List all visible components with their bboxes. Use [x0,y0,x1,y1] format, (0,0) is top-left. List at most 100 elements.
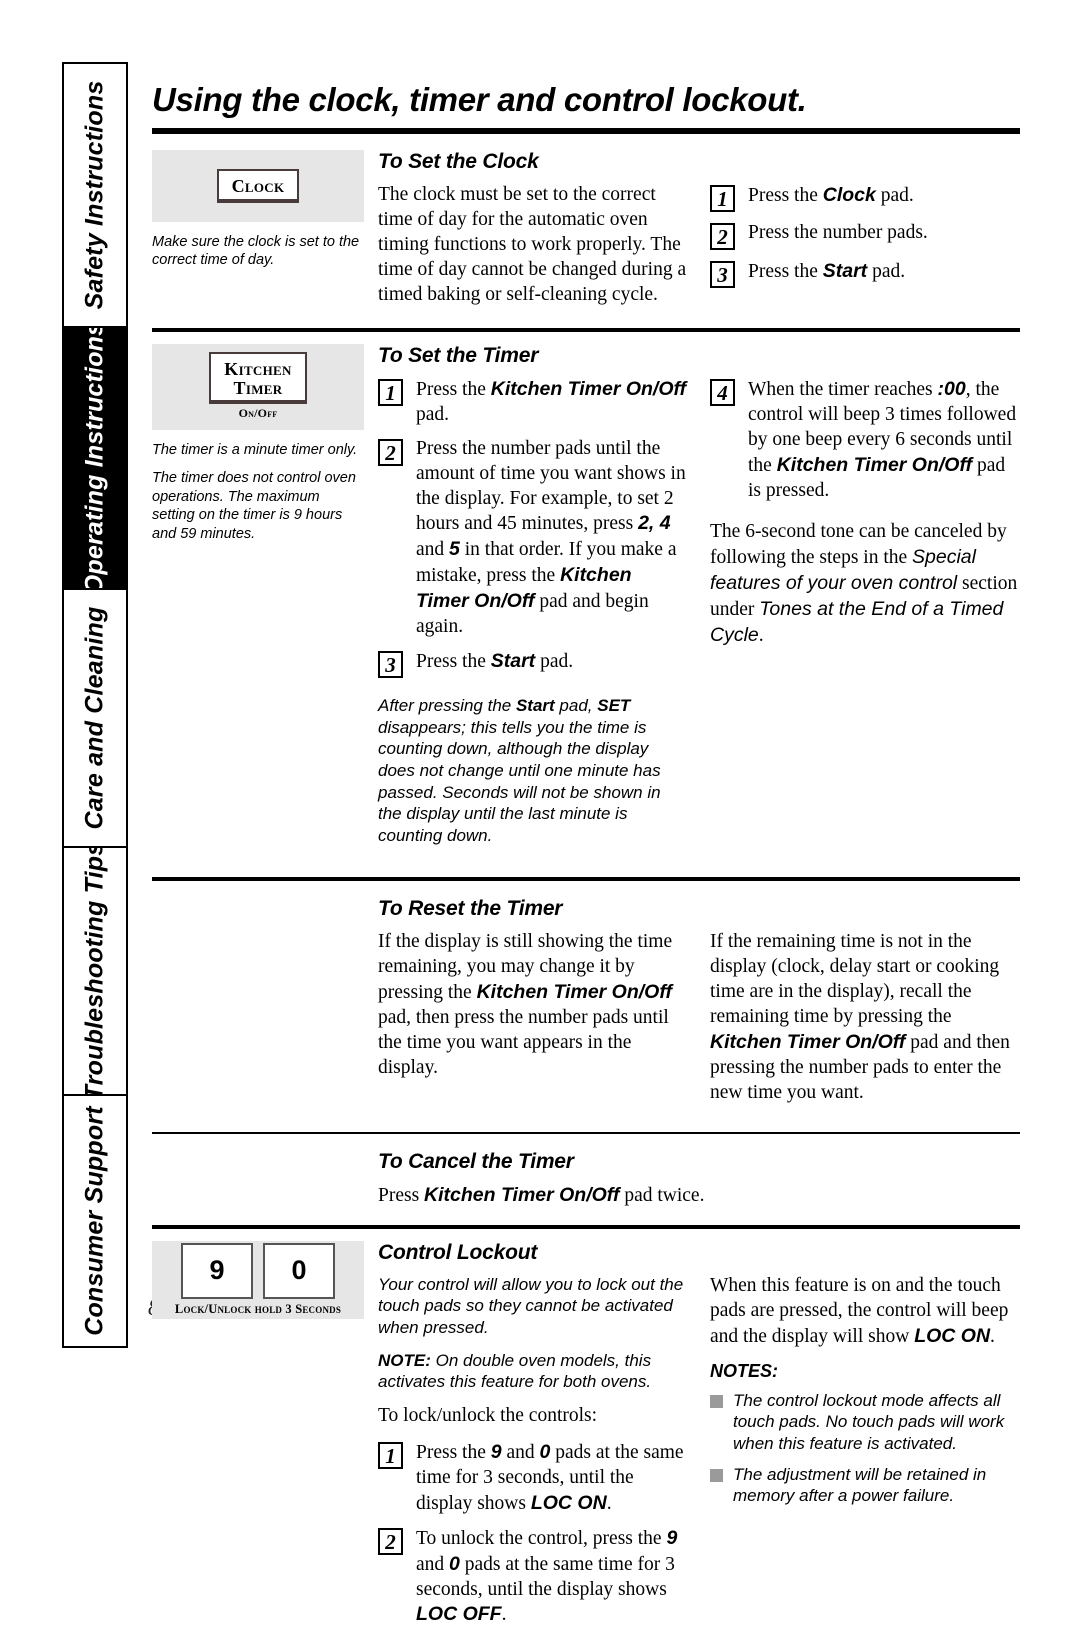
numpad-9: 9 [180,1242,253,1299]
section-control-lockout: 9 0 Lock/Unlock hold 3 Seconds Control L… [152,1240,1020,1637]
set-clock-description-col: The clock must be set to the correct tim… [378,183,688,308]
set-clock-steps-col: 1 Press the Clock pad. 2 Press the numbe… [710,183,1020,308]
step-text: When the timer reaches :00, the control … [748,377,1020,504]
step-text-pre: Press the [416,651,491,673]
reset-timer-right-col: If the remaining time is not in the disp… [710,930,1020,1106]
set-clock-step-2: 2 Press the number pads. [710,221,1020,250]
step-text: Press the number pads until the amount o… [416,437,688,641]
step-number: 1 [378,378,403,406]
note-text: The control lockout mode affects all tou… [733,1390,1005,1453]
kitchen-timer-pad: Kitchen Timer [209,352,307,405]
control-lockout-note: NOTE: On double oven models, this activa… [378,1350,688,1393]
section-heading-reset-timer: To Reset the Timer [378,897,563,921]
control-lockout-right-text: When this feature is on and the touch pa… [710,1274,1020,1350]
section-heading-cancel-timer: To Cancel the Timer [378,1149,574,1173]
step-text: Press the number pads. [748,221,1020,246]
step-text: Press the Start pad. [416,649,688,675]
step-text-part: To unlock the control, press the [416,1527,667,1549]
control-lockout-step-1: 1 Press the 9 and 0 pads at the same tim… [378,1440,688,1517]
kitchen-timer-pad-label-line1: Kitchen [224,359,292,380]
cancel-timer-text: Press Kitchen Timer On/Off pad twice. [378,1183,1020,1209]
control-lockout-lead-in: To lock/unlock the controls: [378,1404,598,1426]
lockout-pads-caption: Lock/Unlock hold 3 Seconds [174,1301,342,1316]
after-note-part: pad, [554,696,598,716]
cancel-timer-body: To Cancel the Timer Press Kitchen Timer … [378,1150,1020,1209]
set-clock-body: To Set the Clock The clock must be set t… [378,150,1020,308]
step-number: 2 [378,1527,403,1555]
step-text-pre: Press the [748,184,823,206]
step-text-post: pad. [875,184,914,206]
set-timer-step-2: 2 Press the number pads until the amount… [378,437,688,641]
step-text-emphasis: Start [822,259,868,282]
sidebar-item-operating-instructions[interactable]: Operating Instructions [62,326,128,590]
step-text-part: and [416,1553,450,1575]
set-timer-steps-col: 1 Press the Kitchen Timer On/Off pad. 2 … [378,377,688,858]
step-text-emphasis: Start [490,650,536,673]
text-emphasis: Kitchen Timer On/Off [710,1031,906,1054]
reset-timer-right-text: If the remaining time is not in the disp… [710,930,1020,1106]
sidebar-item-label: Safety Instructions [80,80,109,310]
after-note-part: After pressing the [378,696,516,716]
note-list-item: The adjustment will be retained in memor… [710,1464,1020,1507]
lockout-numpad-row: 9 0 [175,1242,341,1299]
after-note-emphasis: Start [515,696,555,716]
step-text: Press the 9 and 0 pads at the same time … [416,1440,688,1517]
set-timer-body: To Set the Timer 1 Press the Kitchen Tim… [378,344,1020,858]
status-text-loc-on: LOC ON [914,1324,991,1347]
lockout-pads-illustration: 9 0 Lock/Unlock hold 3 Seconds [152,1240,364,1319]
control-lockout-intro: Your control will allow you to lock out … [378,1274,684,1338]
text-part: . [990,1325,995,1347]
step-number: 1 [710,184,735,212]
step-text-emphasis: :00 [937,377,966,400]
text-part: If the remaining time is not in the disp… [710,931,1000,1028]
control-lockout-body: Control Lockout Your control will allow … [378,1241,1020,1637]
step-text-part: Press the [416,1441,491,1463]
step-text-part: . [606,1492,612,1514]
step-text-emphasis: Kitchen Timer On/Off [776,453,973,476]
reset-timer-left-text: If the display is still showing the time… [378,930,688,1081]
sidebar-item-care-and-cleaning[interactable]: Care and Cleaning [62,588,128,848]
status-text-loc-on: LOC ON [530,1491,607,1514]
notes-heading: NOTES: [710,1360,779,1381]
after-note-emphasis: SET [597,696,631,716]
set-timer-right-col: 4 When the timer reaches :00, the contro… [710,377,1020,858]
sidebar-item-label: Care and Cleaning [80,606,109,830]
text-part: pad, then press the number pads until th… [378,1007,669,1079]
step-text: To unlock the control, press the 9 and 0… [416,1526,688,1629]
set-timer-aside: Kitchen Timer On/Off The timer is a minu… [152,343,378,544]
step-text-part: . [501,1604,507,1626]
sidebar-item-consumer-support[interactable]: Consumer Support [62,1094,128,1348]
step-number: 1 [378,1441,403,1469]
kitchen-timer-pad-sublabel: On/Off [238,406,278,421]
step-text-emphasis: Clock [822,183,876,206]
kitchen-timer-pad-wrap: Kitchen Timer On/Off [209,352,307,421]
section-to-reset-the-timer: To Reset the Timer If the display is sti… [152,897,1020,1106]
step-text-part: When the timer reaches [748,378,938,400]
control-lockout-step-2: 2 To unlock the control, press the 9 and… [378,1526,688,1629]
step-text-post: pad. [535,651,574,673]
set-clock-aside: Clock Make sure the clock is set to the … [152,149,378,270]
note-list-item: The control lockout mode affects all tou… [710,1390,1020,1455]
set-timer-step-1: 1 Press the Kitchen Timer On/Off pad. [378,377,688,428]
reset-timer-body: To Reset the Timer If the display is sti… [378,897,1020,1106]
status-text-loc-off: LOC OFF [416,1603,502,1626]
clock-pad: Clock [216,169,300,203]
section-to-cancel-the-timer: To Cancel the Timer Press Kitchen Timer … [152,1150,1020,1209]
section-heading-control-lockout: Control Lockout [378,1240,538,1264]
text-emphasis: Kitchen Timer On/Off [424,1183,620,1206]
square-bullet-icon [710,1468,723,1482]
step-text-part: and [501,1441,540,1463]
step-text-emphasis: 2, 4 [638,512,671,535]
sidebar-item-troubleshooting-tips[interactable]: Troubleshooting Tips [62,846,128,1096]
control-lockout-left-col: Your control will allow you to lock out … [378,1274,688,1637]
set-clock-description: The clock must be set to the correct tim… [378,183,687,305]
sidebar-item-safety-instructions[interactable]: Safety Instructions [62,62,128,328]
set-timer-tone-note: The 6-second tone can be canceled by fol… [710,520,1020,649]
section-heading-set-timer: To Set the Timer [378,343,539,367]
tone-note-part: . [758,625,764,647]
clock-pad-illustration: Clock [152,149,364,222]
step-number: 4 [710,378,735,406]
page-title: Using the clock, timer and control locko… [152,81,807,118]
step-text-emphasis: 5 [449,538,460,561]
section-heading-set-clock: To Set the Clock [378,149,539,173]
